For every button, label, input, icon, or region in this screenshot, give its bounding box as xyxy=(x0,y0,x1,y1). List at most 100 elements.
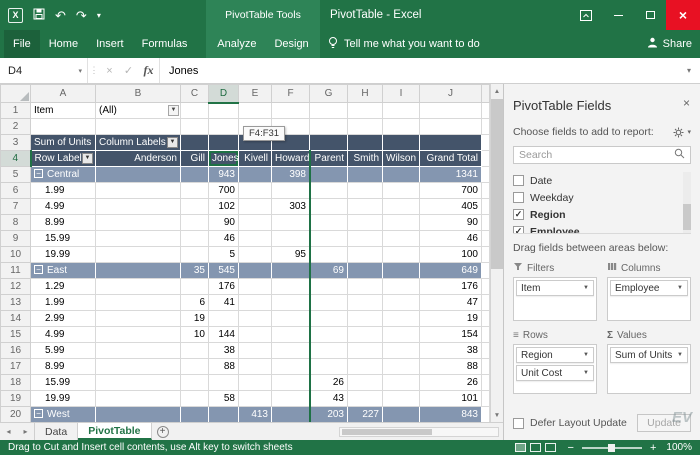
search-box[interactable] xyxy=(513,146,691,164)
cell-G8[interactable] xyxy=(310,215,348,231)
row-header-2[interactable]: 2 xyxy=(1,119,31,135)
cell-B1[interactable]: (All)▼ xyxy=(96,103,181,119)
column-header-F[interactable]: F xyxy=(272,85,310,103)
cell-E14[interactable] xyxy=(239,311,272,327)
cell-F18[interactable] xyxy=(272,375,310,391)
cell-H1[interactable] xyxy=(348,103,383,119)
row-header-7[interactable]: 7 xyxy=(1,199,31,215)
collapse-button[interactable]: − xyxy=(34,265,43,274)
collapse-button[interactable]: − xyxy=(34,169,43,178)
column-header-C[interactable]: C xyxy=(181,85,209,103)
cell-F4[interactable]: Howard xyxy=(272,151,310,167)
cell-C19[interactable] xyxy=(181,391,209,407)
cell-B10[interactable] xyxy=(96,247,181,263)
cell-H10[interactable] xyxy=(348,247,383,263)
cell-C16[interactable] xyxy=(181,343,209,359)
field-item-employee[interactable]: ✓Employee xyxy=(513,223,681,234)
cell-J19[interactable]: 101 xyxy=(420,391,482,407)
field-checkbox[interactable]: ✓ xyxy=(513,209,524,220)
cell-I15[interactable] xyxy=(383,327,420,343)
row-header-18[interactable]: 18 xyxy=(1,375,31,391)
share-button[interactable]: Share xyxy=(647,30,692,58)
redo-icon[interactable]: ↷ xyxy=(76,9,87,22)
cell-F20[interactable] xyxy=(272,407,310,423)
cell-J6[interactable]: 700 xyxy=(420,183,482,199)
cell-F13[interactable] xyxy=(272,295,310,311)
cell-C18[interactable] xyxy=(181,375,209,391)
cell-G1[interactable] xyxy=(310,103,348,119)
minimize-button[interactable] xyxy=(602,0,634,30)
vertical-scroll-thumb[interactable] xyxy=(491,99,503,269)
cell-C2[interactable] xyxy=(181,119,209,135)
scroll-up-icon[interactable]: ▲ xyxy=(491,84,503,98)
cell-G10[interactable] xyxy=(310,247,348,263)
cell-G19[interactable]: 43 xyxy=(310,391,348,407)
cell-F15[interactable] xyxy=(272,327,310,343)
cell-C12[interactable] xyxy=(181,279,209,295)
cell-B7[interactable] xyxy=(96,199,181,215)
column-header-H[interactable]: H xyxy=(348,85,383,103)
cell-C1[interactable] xyxy=(181,103,209,119)
cell-G5[interactable] xyxy=(310,167,348,183)
cell-I18[interactable] xyxy=(383,375,420,391)
ribbon-tab-design[interactable]: Design xyxy=(265,30,317,58)
cell-H5[interactable] xyxy=(348,167,383,183)
column-header-I[interactable]: I xyxy=(383,85,420,103)
formula-content[interactable]: Jones xyxy=(160,58,678,83)
cell-G16[interactable] xyxy=(310,343,348,359)
cell-I13[interactable] xyxy=(383,295,420,311)
cell-C8[interactable] xyxy=(181,215,209,231)
cell-H19[interactable] xyxy=(348,391,383,407)
cell-C15[interactable]: 10 xyxy=(181,327,209,343)
insert-function-button[interactable]: fx xyxy=(138,58,160,83)
cell-F19[interactable] xyxy=(272,391,310,407)
expand-formula-bar-icon[interactable]: ▾ xyxy=(678,58,700,83)
cell-J5[interactable]: 1341 xyxy=(420,167,482,183)
cell-H13[interactable] xyxy=(348,295,383,311)
cell-G3[interactable] xyxy=(310,135,348,151)
cell-H6[interactable] xyxy=(348,183,383,199)
row-header-13[interactable]: 13 xyxy=(1,295,31,311)
cell-E6[interactable] xyxy=(239,183,272,199)
cell-I2[interactable] xyxy=(383,119,420,135)
cell-G12[interactable] xyxy=(310,279,348,295)
cell-E19[interactable] xyxy=(239,391,272,407)
row-header-16[interactable]: 16 xyxy=(1,343,31,359)
field-item-weekday[interactable]: Weekday xyxy=(513,189,681,206)
cell-D3[interactable] xyxy=(209,135,239,151)
cell-C17[interactable] xyxy=(181,359,209,375)
row-header-20[interactable]: 20 xyxy=(1,407,31,423)
cell-D13[interactable]: 41 xyxy=(209,295,239,311)
cell-G13[interactable] xyxy=(310,295,348,311)
cell-J11[interactable]: 649 xyxy=(420,263,482,279)
cell-E18[interactable] xyxy=(239,375,272,391)
cell-F6[interactable] xyxy=(272,183,310,199)
cell-D2[interactable] xyxy=(209,119,239,135)
collapse-button[interactable]: − xyxy=(34,409,43,418)
tools-gear-button[interactable]: ▾ xyxy=(673,127,691,138)
cell-I3[interactable] xyxy=(383,135,420,151)
row-header-19[interactable]: 19 xyxy=(1,391,31,407)
cell-B15[interactable] xyxy=(96,327,181,343)
cell-I6[interactable] xyxy=(383,183,420,199)
row-header-14[interactable]: 14 xyxy=(1,311,31,327)
ribbon-tab-home[interactable]: Home xyxy=(40,30,87,58)
ribbon-tab-file[interactable]: File xyxy=(4,30,40,58)
cell-B16[interactable] xyxy=(96,343,181,359)
cell-B11[interactable] xyxy=(96,263,181,279)
cell-F11[interactable] xyxy=(272,263,310,279)
horizontal-scrollbar[interactable] xyxy=(339,427,499,437)
row-header-11[interactable]: 11 xyxy=(1,263,31,279)
cell-E15[interactable] xyxy=(239,327,272,343)
field-list-scroll-thumb[interactable] xyxy=(683,204,691,230)
cell-E4[interactable]: Kivell xyxy=(239,151,272,167)
cell-J10[interactable]: 100 xyxy=(420,247,482,263)
cell-D4[interactable]: Jones xyxy=(209,151,239,167)
excel-app-icon[interactable]: X xyxy=(8,8,23,23)
cell-A19[interactable]: 19.99 xyxy=(31,391,96,407)
cell-J14[interactable]: 19 xyxy=(420,311,482,327)
cell-I4[interactable]: Wilson xyxy=(383,151,420,167)
cell-C11[interactable]: 35 xyxy=(181,263,209,279)
filter-dropdown-button[interactable]: ▼ xyxy=(82,153,93,164)
cell-H11[interactable] xyxy=(348,263,383,279)
